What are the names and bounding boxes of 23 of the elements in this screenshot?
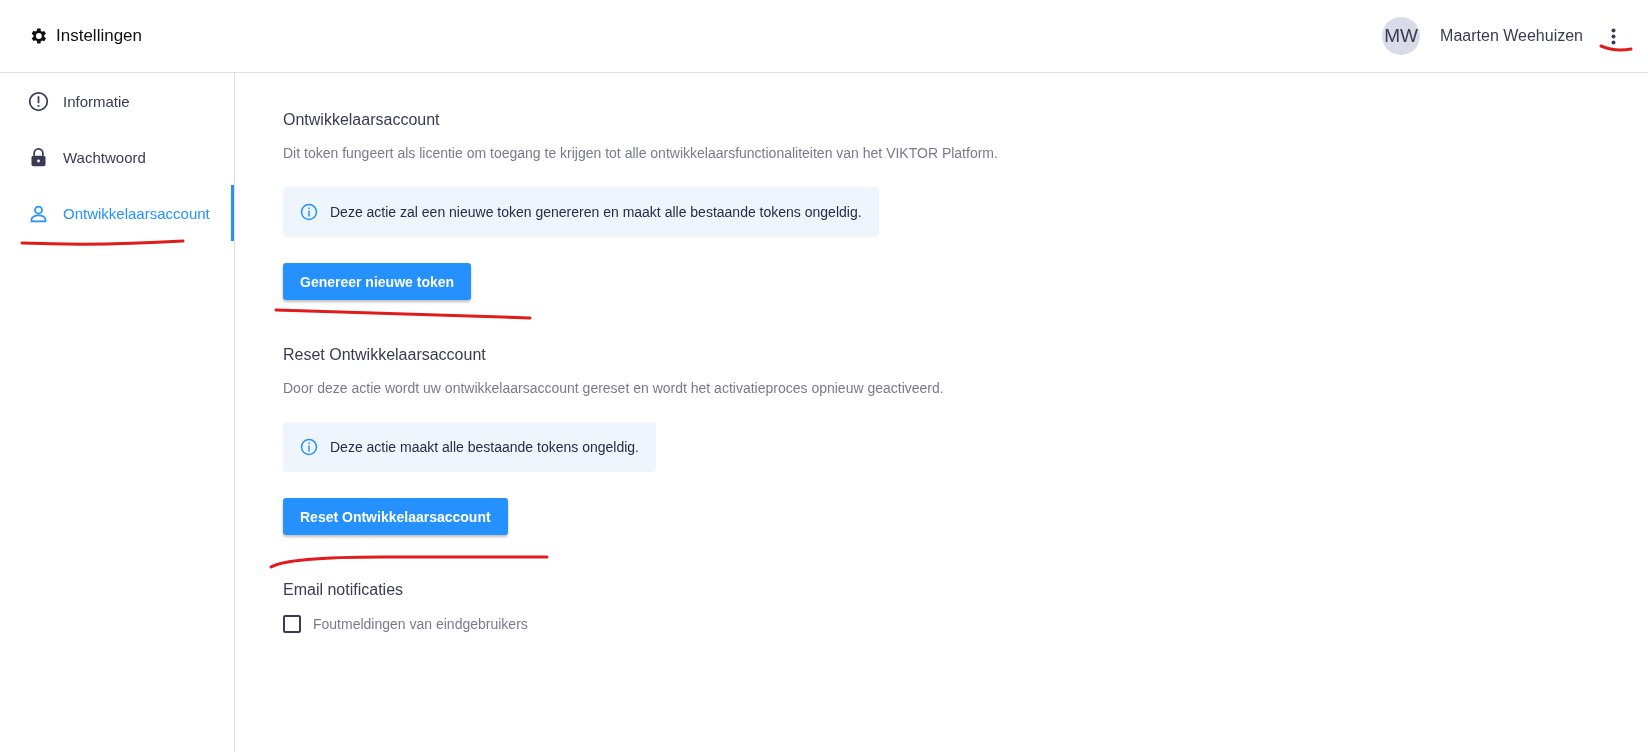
page-title: Instellingen (56, 26, 142, 46)
sidebar-item[interactable]: Ontwikkelaarsaccount (0, 185, 234, 241)
action-button[interactable]: Genereer nieuwe token (283, 263, 472, 300)
note-text: Deze actie zal een nieuwe token genereren en maakt alle bestaande tokens ongeldig. (330, 204, 862, 220)
info-icon (300, 203, 318, 221)
checkbox-label: Foutmeldingen van eindgebruikers (313, 616, 528, 632)
info-icon (300, 438, 318, 456)
user-avatar: MW (1382, 17, 1421, 55)
sidebar-item[interactable]: Wachtwoord (0, 129, 234, 185)
sidebar-item[interactable]: Informatie (0, 73, 234, 129)
user-name: Maarten Weehuizen (1440, 27, 1583, 45)
section-heading: Ontwikkelaarsaccount (283, 111, 440, 129)
action-button[interactable]: Reset Ontwikkelaarsaccount (283, 498, 508, 535)
section-description: Door deze actie wordt uw ontwikkelaarsaccount gereset en wordt het activatieproces opnieuw geactiveerd. (283, 380, 944, 396)
vertical-dots-icon (1611, 27, 1616, 45)
lock-icon (28, 146, 49, 168)
section-heading: Email notificaties (283, 581, 404, 599)
note-text: Deze actie maakt alle bestaande tokens ongeldig. (330, 439, 639, 455)
exclamation-circle-icon (28, 90, 49, 112)
section-description: Dit token fungeert als licentie om toegang te krijgen tot alle ontwikkelaarsfunctionaliteiten van het VIKTOR Platform. (283, 145, 998, 161)
checkbox[interactable] (283, 615, 301, 633)
section-heading: Reset Ontwikkelaarsaccount (283, 346, 486, 364)
annotation-stroke (1599, 44, 1633, 52)
